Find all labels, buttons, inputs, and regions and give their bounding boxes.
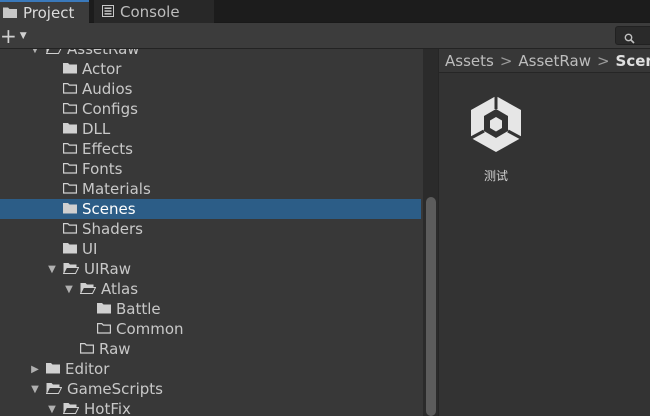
tree-scrollbar-thumb[interactable] (426, 197, 436, 416)
tab-label: Project (23, 3, 75, 22)
tree-item[interactable]: ▼ Atlas (0, 279, 421, 299)
tree-item[interactable]: Audios (0, 79, 421, 99)
chevron-down-icon: ▼ (19, 30, 27, 41)
tree-item[interactable]: ▶ Editor (0, 359, 421, 379)
tree-item-label: Audios (82, 80, 133, 98)
folder-icon (62, 160, 77, 178)
tree-item[interactable]: DLL (0, 119, 421, 139)
folder-icon (62, 100, 77, 118)
tree-item-label: UI (82, 240, 98, 258)
tree-item-label: Atlas (101, 280, 139, 298)
folder-icon (62, 80, 77, 98)
console-icon (102, 3, 114, 21)
expand-arrow-icon[interactable]: ▼ (30, 49, 40, 55)
tree-item[interactable]: Shaders (0, 219, 421, 239)
folder-icon (63, 60, 77, 78)
tree-item[interactable]: ▼ HotFix (0, 399, 421, 416)
tree-item-label: Raw (99, 340, 131, 358)
tree-item[interactable]: ▼ AssetRaw (0, 49, 421, 59)
tree-item[interactable]: Effects (0, 139, 421, 159)
folder-icon (62, 140, 77, 158)
tree-item-label: DLL (82, 120, 111, 138)
expand-arrow-icon[interactable]: ▼ (64, 284, 74, 295)
asset-label: 测试 (483, 169, 508, 183)
folder-icon (79, 340, 94, 358)
folder-tree: ▼ AssetRaw Actor Audios Configs DLL Effects Fon… (0, 49, 423, 416)
tree-item-label: GameScripts (67, 380, 163, 398)
open-folder-icon (79, 280, 97, 298)
tab-project[interactable]: Project (0, 0, 89, 23)
folder-icon (62, 180, 77, 198)
chevron-right-icon: > (596, 51, 610, 70)
tree-item-label: Effects (82, 140, 133, 158)
tree-item-label: Configs (82, 100, 138, 118)
tree-item[interactable]: ▼ GameScripts (0, 379, 421, 399)
search-input[interactable] (615, 26, 650, 45)
expand-arrow-icon[interactable]: ▼ (47, 264, 57, 275)
folder-icon (63, 200, 77, 218)
tab-label: Console (120, 2, 180, 21)
tree-item-label: Fonts (82, 160, 123, 178)
folder-icon (63, 120, 77, 138)
tab-bar: Project Console (0, 0, 650, 23)
breadcrumb-assets[interactable]: Assets (445, 52, 494, 70)
breadcrumb-scenes[interactable]: Scenes (616, 52, 650, 70)
breadcrumb-assetraw[interactable]: AssetRaw (518, 52, 591, 70)
tree-item[interactable]: Fonts (0, 159, 421, 179)
open-folder-icon (45, 380, 63, 398)
breadcrumb: Assets > AssetRaw > Scenes (439, 49, 650, 73)
tree-item-label: HotFix (84, 400, 131, 416)
asset-view: Assets > AssetRaw > Scenes 测试 (438, 49, 650, 416)
tree-item[interactable]: Battle (0, 299, 421, 319)
folder-icon (97, 300, 111, 318)
open-folder-icon (62, 260, 80, 278)
unity-scene-icon (461, 93, 531, 159)
folder-icon (62, 220, 77, 238)
project-toolbar: + ▼ (0, 23, 650, 49)
tab-console[interactable]: Console (94, 0, 214, 23)
tree-item-label: AssetRaw (67, 49, 140, 58)
tree-item-label: Common (116, 320, 184, 338)
collapse-arrow-icon[interactable]: ▶ (30, 364, 40, 375)
expand-arrow-icon[interactable]: ▼ (47, 404, 57, 415)
tree-item-label: Actor (82, 60, 122, 78)
expand-arrow-icon[interactable]: ▼ (30, 384, 40, 395)
add-asset-button[interactable]: + ▼ (0, 25, 30, 46)
tree-item[interactable]: Actor (0, 59, 421, 79)
folder-icon (96, 320, 111, 338)
tree-item[interactable]: UI (0, 239, 421, 259)
search-icon (624, 29, 635, 48)
folder-icon (3, 4, 17, 22)
folder-icon (63, 240, 77, 258)
tree-item[interactable]: Materials (0, 179, 421, 199)
tree-item-label: Scenes (82, 200, 136, 218)
open-folder-icon (62, 400, 80, 416)
open-folder-icon (45, 49, 62, 58)
asset-item-scene[interactable]: 测试 (461, 93, 531, 184)
tree-item[interactable]: ▼ UIRaw (0, 259, 421, 279)
plus-icon: + (0, 23, 17, 48)
tree-item-label: UIRaw (84, 260, 131, 278)
tree-item-label: Shaders (82, 220, 143, 238)
tree-item[interactable]: Raw (0, 339, 421, 359)
tree-item[interactable]: Common (0, 319, 421, 339)
tree-item-label: Battle (116, 300, 161, 318)
chevron-right-icon: > (499, 51, 513, 70)
tree-item[interactable]: Configs (0, 99, 421, 119)
tree-item-label: Editor (65, 360, 110, 378)
folder-icon (46, 360, 60, 378)
tree-item[interactable]: Scenes (0, 199, 421, 219)
tree-item-label: Materials (82, 180, 151, 198)
